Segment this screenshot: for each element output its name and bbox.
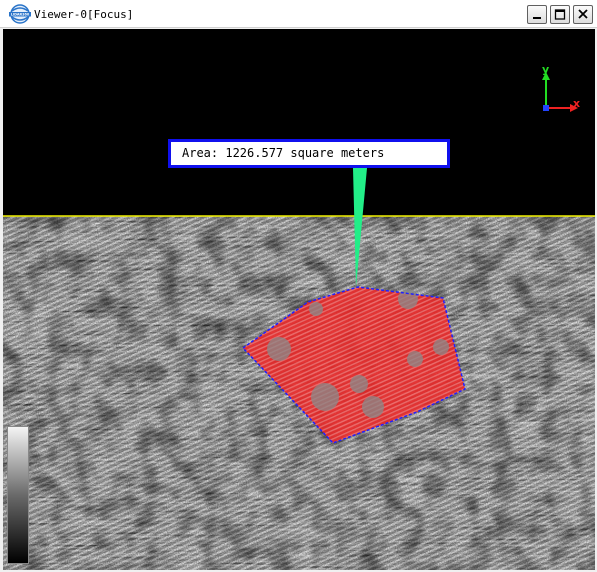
- elevation-colorbar: [7, 426, 29, 564]
- viewer-window: LiDAR360 Viewer-0[Focus] Area: 1226.577 …: [0, 0, 597, 572]
- lidar360-logo-icon: LiDAR360: [9, 4, 31, 24]
- close-icon: [578, 9, 588, 19]
- area-measurement-label: Area: 1226.577 square meters: [168, 139, 450, 168]
- axis-y-label: y: [542, 63, 550, 76]
- minimize-button[interactable]: [527, 5, 547, 24]
- title-bar[interactable]: LiDAR360 Viewer-0[Focus]: [0, 0, 597, 28]
- app-logo-text: LiDAR360: [11, 13, 30, 17]
- maximize-button[interactable]: [550, 5, 570, 24]
- close-button[interactable]: [573, 5, 593, 24]
- sky-background: [3, 29, 595, 216]
- window-title: Viewer-0[Focus]: [34, 8, 134, 21]
- point-cloud-canvas[interactable]: [3, 29, 595, 570]
- minimize-icon: [533, 17, 541, 19]
- point-cloud-viewport[interactable]: Area: 1226.577 square meters y x: [3, 29, 595, 570]
- maximize-icon: [554, 9, 566, 20]
- axis-x-label: x: [573, 97, 581, 110]
- axis-gizmo: y x: [528, 62, 588, 116]
